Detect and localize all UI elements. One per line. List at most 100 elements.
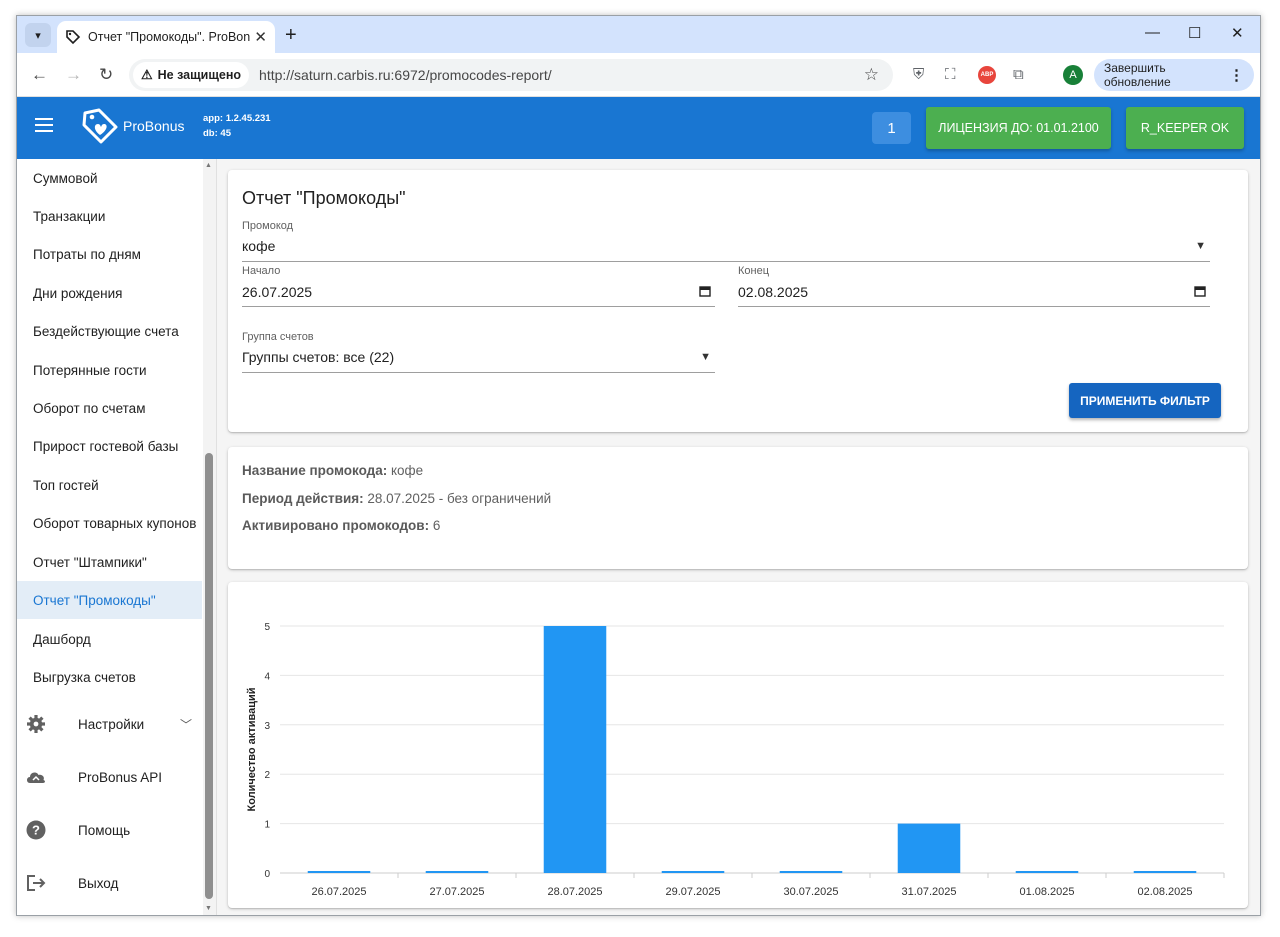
sidebar-section-logout[interactable]: Выход — [17, 863, 202, 903]
logout-label: Выход — [78, 875, 119, 891]
more-menu-icon[interactable]: ⋮ — [1229, 66, 1244, 84]
validity-period-row: Период действия: 28.07.2025 - без ограни… — [242, 491, 551, 506]
url-text[interactable]: http://saturn.carbis.ru:6972/promocodes-… — [259, 67, 864, 83]
new-tab-button[interactable]: + — [285, 24, 297, 47]
scroll-up-icon[interactable]: ▲ — [205, 162, 212, 169]
security-chip[interactable]: ⚠ Не защищено — [133, 62, 250, 88]
activated-count-label: Активировано промокодов: — [242, 518, 430, 533]
license-button[interactable]: ЛИЦЕНЗИЯ ДО: 01.01.2100 — [926, 107, 1111, 149]
account-group-select[interactable]: Группа счетов Группы счетов: все (22) ▼ — [242, 331, 715, 373]
x-tick-label: 26.07.2025 — [311, 886, 366, 898]
extensions-puzzle-icon[interactable]: ⧉ — [1013, 66, 1024, 83]
end-date-field[interactable]: Конец 02.08.2025 — [738, 265, 1210, 307]
adblock-icon[interactable]: ABP — [978, 66, 996, 84]
sidebar-item-stamps-report[interactable]: Отчет "Штампики" — [17, 543, 202, 581]
chart-card: 0 1 2 3 4 5 26.07.2025 27.07.2025 28.07.2025 29.0… — [228, 582, 1248, 908]
promocode-name-value: кофе — [390, 463, 424, 478]
promocode-label: Промокод — [242, 220, 294, 232]
cloud-sync-icon — [25, 766, 47, 788]
end-date-label: Конец — [738, 265, 770, 277]
validity-period-label: Период действия: — [242, 491, 364, 506]
filter-card: Отчет "Промокоды" Промокод кофе ▼ Начало… — [228, 170, 1248, 432]
browser-tab[interactable]: Отчет "Промокоды". ProBonus ✕ — [57, 21, 275, 53]
address-bar[interactable]: ⚠ Не защищено http://saturn.carbis.ru:69… — [129, 59, 893, 91]
sidebar-item-account-turnover[interactable]: Оборот по счетам — [17, 389, 202, 427]
browser-toolbar: ← → ↻ ⚠ Не защищено http://saturn.carbis… — [17, 53, 1260, 97]
sidebar-item-guest-base-growth[interactable]: Прирост гостевой базы — [17, 427, 202, 465]
tab-search-button[interactable]: ▾ — [25, 23, 51, 47]
calendar-icon[interactable] — [699, 285, 711, 297]
y-tick-label: 0 — [264, 869, 270, 880]
maximize-icon[interactable]: ☐ — [1188, 24, 1201, 42]
brand-name: ProBonus — [123, 118, 185, 134]
forward-icon[interactable]: → — [65, 65, 82, 85]
dropdown-arrow-icon: ▼ — [700, 351, 711, 363]
back-icon[interactable]: ← — [31, 65, 48, 85]
sidebar-item-transactions[interactable]: Транзакции — [17, 197, 202, 235]
sidebar-item-summovoy[interactable]: Суммовой — [17, 159, 202, 197]
sidebar-item-lost-guests[interactable]: Потерянные гости — [17, 351, 202, 389]
sidebar-item-promocodes-report[interactable]: Отчет "Промокоды" — [17, 581, 202, 619]
version-info: app: 1.2.45.231 db: 45 — [203, 111, 271, 141]
y-tick-label: 2 — [264, 770, 270, 781]
tab-close-icon[interactable]: ✕ — [254, 28, 267, 46]
calendar-icon[interactable] — [1194, 285, 1206, 297]
db-version: db: 45 — [203, 128, 231, 139]
activated-count-value: 6 — [432, 518, 441, 533]
sidebar-section-api[interactable]: ProBonus API — [17, 757, 202, 797]
start-date-value: 26.07.2025 — [242, 284, 313, 300]
sidebar-scroll-thumb[interactable] — [205, 453, 213, 899]
sidebar-item-accounts-export[interactable]: Выгрузка счетов — [17, 658, 202, 696]
profile-avatar[interactable]: A — [1063, 65, 1083, 85]
apply-filter-button[interactable]: ПРИМЕНИТЬ ФИЛЬТР — [1069, 383, 1221, 418]
sidebar-item-spending-by-day[interactable]: Потраты по дням — [17, 235, 202, 273]
x-tick-label: 02.08.2025 — [1137, 886, 1192, 898]
r-keeper-status-button[interactable]: R_KEEPER OK — [1126, 107, 1244, 149]
browser-window: ▾ Отчет "Промокоды". ProBonus ✕ + — ☐ ✕ … — [16, 15, 1261, 916]
api-label: ProBonus API — [78, 769, 163, 785]
svg-text:?: ? — [32, 823, 40, 838]
update-label: Завершить обновление — [1104, 61, 1171, 89]
promocode-select[interactable]: Промокод кофе ▼ — [242, 220, 1210, 262]
bar — [307, 871, 371, 873]
notification-count[interactable]: 1 — [872, 112, 911, 144]
help-label: Помощь — [78, 822, 131, 838]
activations-bar-chart: 0 1 2 3 4 5 26.07.2025 27.07.2025 28.07.2025 29.0… — [246, 622, 1225, 898]
logout-icon — [25, 872, 47, 894]
summary-card: Название промокода: кофе Период действия… — [228, 447, 1248, 569]
promocode-name-row: Название промокода: кофе — [242, 463, 423, 478]
sidebar-item-coupon-turnover[interactable]: Оборот товарных купонов — [17, 504, 202, 542]
bar — [1015, 871, 1079, 873]
x-tick-label: 28.07.2025 — [547, 886, 602, 898]
scroll-down-icon[interactable]: ▼ — [205, 905, 212, 912]
dropdown-arrow-icon: ▼ — [1195, 240, 1206, 252]
minimize-icon[interactable]: — — [1145, 24, 1160, 41]
sidebar-section-help[interactable]: ? Помощь — [17, 810, 202, 850]
gear-icon — [25, 713, 47, 735]
bar — [779, 871, 843, 873]
promocode-name-label: Название промокода: — [242, 463, 388, 478]
x-tick-label: 29.07.2025 — [665, 886, 720, 898]
bar — [543, 626, 607, 873]
reload-icon[interactable]: ↻ — [99, 65, 113, 85]
app-header: ProBonus app: 1.2.45.231 db: 45 1 ЛИЦЕНЗ… — [17, 97, 1260, 159]
bar — [425, 871, 489, 873]
close-window-icon[interactable]: ✕ — [1231, 24, 1244, 42]
menu-icon[interactable] — [35, 118, 53, 132]
shield-extension-icon[interactable]: ⛨ — [913, 66, 924, 83]
start-date-field[interactable]: Начало 26.07.2025 — [242, 265, 715, 307]
end-date-value: 02.08.2025 — [738, 284, 809, 300]
sidebar-item-dashboard[interactable]: Дашборд — [17, 620, 202, 658]
sidebar-item-inactive-accounts[interactable]: Бездействующие счета — [17, 312, 202, 350]
sidebar-item-birthdays[interactable]: Дни рождения — [17, 274, 202, 312]
sidebar-section-settings[interactable]: Настройки ﹀ — [17, 704, 202, 744]
update-button[interactable]: Завершить обновление ⋮ — [1094, 59, 1254, 91]
screenshot-extension-icon[interactable]: ⛶ — [945, 66, 956, 83]
warning-icon: ⚠ — [141, 67, 153, 82]
sidebar-item-top-guests[interactable]: Топ гостей — [17, 466, 202, 504]
x-tick-label: 31.07.2025 — [901, 886, 956, 898]
security-label: Не защищено — [157, 68, 242, 82]
bookmark-star-icon[interactable]: ☆ — [864, 65, 879, 85]
tab-title: Отчет "Промокоды". ProBonus — [88, 30, 251, 44]
x-tick-label: 27.07.2025 — [429, 886, 484, 898]
